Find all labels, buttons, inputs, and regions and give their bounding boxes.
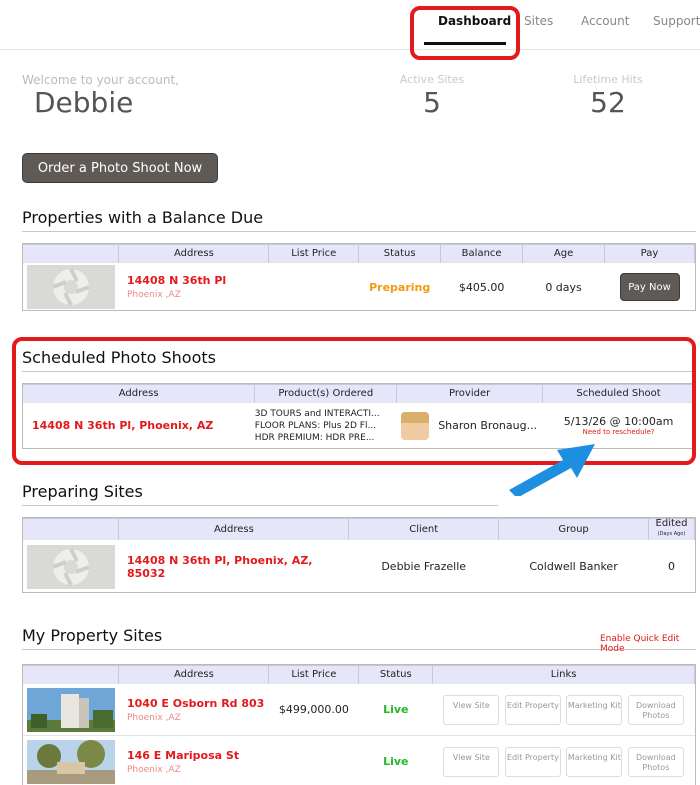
col-balance: Balance [440,244,524,263]
col-address: Address [118,244,270,263]
col-list-price: List Price [268,244,360,263]
city-text: Phoenix ,AZ [126,764,181,775]
col-status: Status [358,665,434,684]
days-ago-header: (Days Ago) [657,531,686,537]
order-photo-shoot-button[interactable]: Order a Photo Shoot Now [22,153,218,183]
edited-header: Edited [655,518,688,529]
links-cell: View Site Edit Property Marketing Kit Do… [432,683,695,736]
col-status: Status [358,244,442,263]
address-cell[interactable]: 1040 E Osborn Rd 803 Phoenix ,AZ [118,683,269,736]
age-cell: 0 days [522,262,605,311]
col-edited: Edited (Days Ago) [648,518,696,540]
property-thumbnail[interactable] [23,539,119,594]
property-thumbnail[interactable] [23,683,119,736]
status-cell: Live [358,683,433,736]
preparing-sites-table: Address Client Group Edited (Days Ago) 14… [22,517,696,594]
nav-sites[interactable]: Sites [524,14,553,28]
table-row: 146 E Mariposa St Phoenix ,AZ Live View … [23,735,695,785]
view-site-button[interactable]: View Site [443,694,500,725]
col-group: Group [498,518,649,540]
lifetime-hits-label: Lifetime Hits [573,73,643,86]
address-cell[interactable]: 14408 N 36th Pl, Phoenix, AZ, 85032 [118,539,349,594]
preparing-sites-title: Preparing Sites [22,482,498,506]
table-header: Address List Price Status Links [23,665,695,684]
thumb-header [23,244,120,263]
top-nav: Dashboard Sites Account Support [0,0,700,50]
address-cell[interactable]: 146 E Mariposa St Phoenix ,AZ [118,735,269,785]
thumb-header [23,665,120,684]
highlight-box-dashboard [410,6,520,60]
col-address: Address [118,665,270,684]
active-sites-value: 5 [423,86,441,119]
list-price-cell [268,262,359,311]
group-cell: Coldwell Banker [498,539,649,594]
table-row: 14408 N 36th Pl, Phoenix, AZ, 85032 Debb… [23,539,695,594]
my-property-sites-title: My Property Sites [22,626,696,650]
col-age: Age [522,244,605,263]
status-cell: Preparing [358,262,441,311]
pay-cell: Pay Now [604,262,695,311]
table-row: 1040 E Osborn Rd 803 Phoenix ,AZ $499,00… [23,683,695,736]
balance-cell: $405.00 [440,262,523,311]
col-links: Links [432,665,695,684]
edit-property-button[interactable]: Edit Property [504,746,561,777]
list-price-cell [268,735,359,785]
client-cell: Debbie Frazelle [348,539,499,594]
links-cell: View Site Edit Property Marketing Kit Do… [432,735,695,785]
lifetime-hits-value: 52 [590,86,626,119]
city-text: Phoenix ,AZ [126,712,181,723]
quick-edit-mode-link[interactable]: Enable Quick Edit Mode [600,634,700,654]
pay-now-button[interactable]: Pay Now [619,273,680,301]
edit-property-button[interactable]: Edit Property [504,694,561,725]
house-photo-icon [26,739,115,784]
download-photos-button[interactable]: Download Photos [627,746,684,777]
list-price-cell: $499,000.00 [268,683,359,736]
edited-cell: 0 [648,539,695,594]
active-sites-label: Active Sites [399,73,465,86]
col-client: Client [348,518,500,540]
col-address: Address [118,518,350,540]
address-link[interactable]: 14408 N 36th Pl [127,274,226,287]
placeholder-aperture-icon [26,265,115,309]
col-list-price: List Price [268,665,360,684]
property-thumbnail[interactable] [23,735,119,785]
nav-account[interactable]: Account [581,14,629,28]
nav-support[interactable]: Support [653,14,700,28]
pointer-arrow-icon [509,444,595,496]
view-site-button[interactable]: View Site [443,746,500,777]
marketing-kit-button[interactable]: Marketing Kit [566,746,623,777]
building-photo-icon [26,687,115,732]
balance-due-title: Properties with a Balance Due [22,208,696,232]
address-link[interactable]: 1040 E Osborn Rd 803 [127,697,264,710]
dashboard-page: Dashboard Sites Account Support Welcome … [0,0,700,785]
property-thumbnail[interactable] [23,262,119,311]
address-link[interactable]: 14408 N 36th Pl, Phoenix, AZ, 85032 [127,554,313,580]
my-property-sites-table: Address List Price Status Links 1040 E O… [22,664,696,785]
placeholder-aperture-icon [26,544,115,589]
table-header: Address Client Group Edited (Days Ago) [23,518,696,540]
welcome-label: Welcome to your account, [22,73,179,87]
balance-due-table: Address List Price Status Balance Age Pa… [22,243,696,311]
table-row: 14408 N 36th Pl Phoenix ,AZ Preparing $4… [23,262,695,311]
thumb-header [23,518,120,540]
user-name: Debbie [34,86,134,119]
address-cell[interactable]: 14408 N 36th Pl Phoenix ,AZ [118,262,269,311]
download-photos-button[interactable]: Download Photos [627,694,684,725]
col-pay: Pay [604,244,695,263]
status-cell: Live [358,735,433,785]
address-link[interactable]: 146 E Mariposa St [127,749,239,762]
table-header: Address List Price Status Balance Age Pa… [23,244,695,263]
marketing-kit-button[interactable]: Marketing Kit [566,694,623,725]
city-text: Phoenix ,AZ [126,290,181,300]
